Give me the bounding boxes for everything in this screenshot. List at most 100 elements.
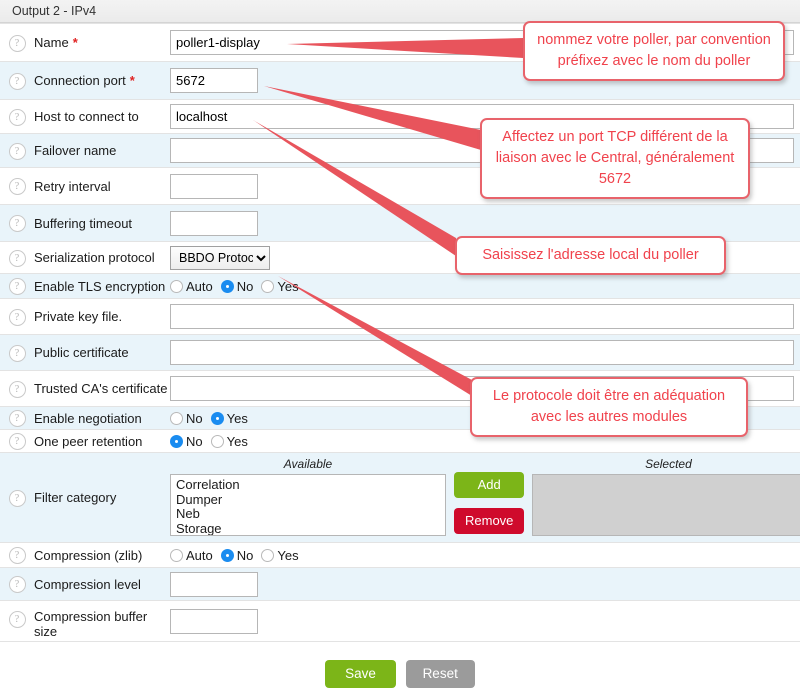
help-cell: ? — [0, 133, 34, 168]
field-label: Failover name — [34, 133, 170, 168]
help-icon[interactable]: ? — [8, 34, 26, 52]
help-icon[interactable]: ? — [8, 489, 26, 507]
radio-option-yes[interactable]: Yes — [210, 434, 248, 449]
help-cell: ? — [0, 99, 34, 134]
field-label: Trusted CA's certificate — [34, 370, 170, 407]
radio-option-yes[interactable]: Yes — [210, 411, 248, 426]
table-row: ? Enable TLS encryption Auto No Yes — [0, 273, 800, 299]
radio-indicator[interactable] — [170, 411, 183, 425]
help-icon[interactable]: ? — [8, 576, 26, 593]
help-icon[interactable]: ? — [8, 249, 26, 267]
radio-indicator[interactable] — [220, 279, 234, 293]
save-button[interactable]: Save — [325, 660, 396, 688]
label-text: Public certificate — [34, 345, 129, 360]
radio-indicator[interactable] — [261, 279, 275, 293]
reset-button[interactable]: Reset — [405, 660, 475, 688]
radio-indicator[interactable] — [170, 434, 183, 448]
public-certificate-input[interactable] — [170, 340, 794, 365]
help-icon[interactable]: ? — [8, 547, 26, 564]
radio-indicator[interactable] — [170, 548, 183, 562]
label-text: Buffering timeout — [34, 215, 133, 231]
radio-indicator[interactable] — [170, 279, 183, 293]
private-key-file-input[interactable] — [170, 304, 794, 329]
field-cell — [170, 298, 800, 335]
radio-option-no[interactable]: No — [220, 547, 254, 563]
radio-label: Auto — [186, 547, 213, 563]
radio-option-no[interactable]: No — [170, 434, 203, 449]
help-icon[interactable]: ? — [8, 433, 26, 450]
help-icon[interactable]: ? — [8, 278, 26, 295]
selected-caption: Selected — [645, 457, 692, 471]
list-item[interactable]: Storage — [176, 521, 445, 535]
help-cell: ? — [0, 452, 34, 543]
list-item[interactable]: Dumper — [176, 492, 445, 508]
available-listbox[interactable]: Correlation Dumper Neb Storage — [170, 474, 446, 536]
help-icon[interactable]: ? — [8, 410, 26, 427]
help-icon[interactable]: ? — [8, 380, 26, 398]
retry-interval-input[interactable] — [170, 173, 258, 199]
help-icon[interactable]: ? — [8, 611, 26, 628]
help-cell: ? — [0, 542, 34, 568]
compression-level-input[interactable] — [170, 571, 258, 597]
required-marker: * — [129, 73, 135, 88]
selected-listbox[interactable] — [532, 474, 800, 536]
label-text: Serialization protocol — [34, 250, 155, 265]
required-marker: * — [72, 35, 78, 50]
help-cell: ? — [0, 204, 34, 242]
help-icon[interactable]: ? — [8, 108, 26, 126]
buffering-timeout-input[interactable] — [170, 210, 258, 236]
field-label: Compression buffer size — [34, 600, 170, 642]
radio-option-yes[interactable]: Yes — [261, 548, 299, 563]
field-label: Host to connect to — [34, 99, 170, 134]
field-label: Name * — [34, 23, 170, 62]
label-text: Enable TLS encryption — [34, 278, 166, 294]
radio-option-auto[interactable]: Auto — [170, 548, 213, 563]
radio-label: Yes — [277, 278, 299, 294]
radio-indicator[interactable] — [210, 434, 224, 448]
label-text: Name — [34, 35, 69, 50]
list-item[interactable]: Correlation — [176, 477, 445, 493]
table-row: ? Compression buffer size — [0, 600, 800, 642]
list-item[interactable]: Neb — [176, 506, 445, 522]
help-cell: ? — [0, 61, 34, 100]
add-button[interactable]: Add — [454, 472, 525, 498]
field-label: Private key file. — [34, 298, 170, 335]
radio-indicator[interactable] — [261, 548, 275, 562]
radio-label: No — [236, 278, 254, 294]
help-cell: ? — [0, 600, 34, 642]
output-settings-table: ? Name* ? Connection port* — [0, 23, 800, 642]
help-icon[interactable]: ? — [8, 142, 26, 160]
table-row: ? Filter category Available Correlation … — [0, 452, 800, 543]
serialization-protocol-select[interactable]: BBDO Protocol — [170, 245, 270, 270]
field-label: Enable TLS encryption — [34, 273, 170, 299]
field-label: Connection port * — [34, 61, 170, 100]
radio-indicator[interactable] — [210, 411, 224, 425]
radio-option-auto[interactable]: Auto — [170, 279, 213, 294]
compression-zlib-radio-group: Auto No Yes — [170, 548, 800, 563]
radio-label: No — [186, 410, 203, 426]
help-icon[interactable]: ? — [8, 215, 26, 232]
field-cell: Auto No Yes — [170, 542, 800, 568]
help-icon[interactable]: ? — [8, 72, 26, 90]
label-text: Compression buffer size — [34, 609, 148, 639]
help-cell: ? — [0, 23, 34, 62]
enable-tls-encryption-radio-group: Auto No Yes — [170, 279, 800, 294]
radio-label: No — [236, 547, 254, 563]
radio-option-no[interactable]: No — [220, 278, 254, 294]
section-title: Output 2 - IPv4 — [12, 4, 97, 18]
radio-indicator[interactable] — [220, 548, 234, 562]
available-caption: Available — [283, 457, 333, 471]
section-header: Output 2 - IPv4 — [0, 0, 800, 23]
help-icon[interactable]: ? — [8, 178, 26, 195]
remove-button[interactable]: Remove — [454, 508, 525, 534]
radio-option-no[interactable]: No — [170, 411, 203, 426]
connection-port-input[interactable] — [170, 68, 258, 93]
field-label: Compression (zlib) — [34, 542, 170, 568]
label-text: One peer retention — [34, 433, 143, 449]
help-icon[interactable]: ? — [8, 308, 26, 326]
help-icon[interactable]: ? — [8, 344, 26, 362]
table-row: ? Private key file. — [0, 298, 800, 335]
field-cell: Auto No Yes — [170, 273, 800, 299]
radio-option-yes[interactable]: Yes — [261, 278, 299, 294]
compression-buffer-size-input[interactable] — [170, 608, 258, 634]
